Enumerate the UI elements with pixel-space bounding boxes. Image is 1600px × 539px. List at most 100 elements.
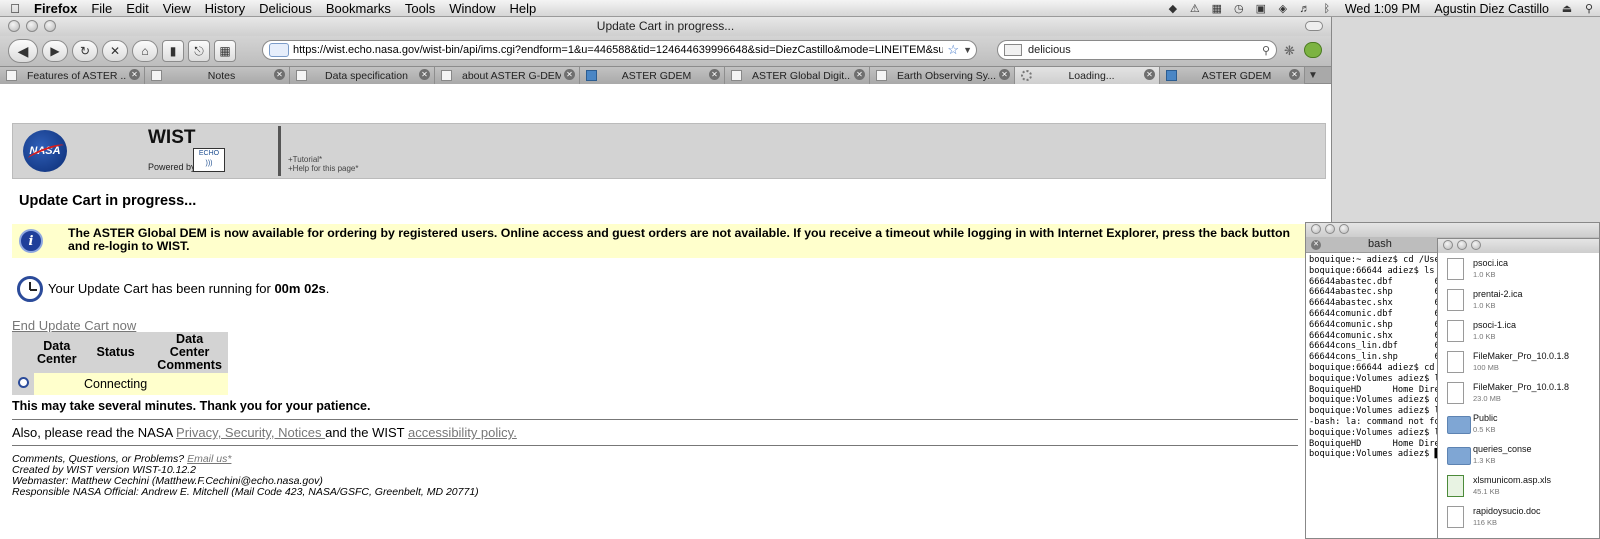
document-icon [1447, 506, 1464, 528]
finder-item[interactable]: prentai-2.ica 1.0 KB [1444, 288, 1600, 318]
close-window-icon[interactable] [1311, 224, 1321, 234]
spotlight-search-icon[interactable]: ⚲ [1578, 2, 1600, 15]
close-tab-icon[interactable]: ✕ [129, 69, 140, 80]
finder-window[interactable]: psoci.ica 1.0 KB prentai-2.ica 1.0 KB psoci-… [1437, 238, 1600, 539]
forward-button[interactable]: ▶ [42, 40, 68, 62]
menu-file[interactable]: File [84, 0, 119, 17]
echo-logo[interactable]: ECHO))) [193, 148, 225, 172]
menu-bookmarks[interactable]: Bookmarks [319, 0, 398, 17]
url-dropdown-icon[interactable]: ▼ [963, 45, 972, 55]
close-tab-icon[interactable]: ✕ [564, 69, 575, 80]
close-tab-icon[interactable]: ✕ [274, 69, 285, 80]
tab-bar: Features of ASTER ... ✕ Notes ✕ Data spe… [0, 66, 1331, 84]
close-window-icon[interactable] [8, 20, 20, 32]
volume-icon[interactable]: ♬ [1294, 3, 1316, 15]
finder-item[interactable]: queries_conse 1.3 KB [1444, 443, 1600, 473]
nasa-logo[interactable]: NASA [23, 130, 67, 172]
finder-item-size: 1.3 KB [1473, 456, 1496, 465]
addon-icon[interactable] [1304, 42, 1322, 58]
finder-item-size: 0.5 KB [1473, 425, 1496, 434]
cell-status: Connecting [79, 373, 152, 395]
finder-item[interactable]: xlsmunicom.asp.xls 45.1 KB [1444, 474, 1600, 504]
header-icon-cell [12, 332, 34, 373]
grid-icon[interactable]: ▦ [1206, 2, 1228, 15]
search-input[interactable]: delicious [1028, 44, 1262, 56]
also-prefix: Also, please read the NASA [12, 425, 177, 440]
search-engine-icon[interactable] [1004, 44, 1022, 56]
close-tab-icon[interactable]: ✕ [1311, 240, 1321, 250]
menu-tools[interactable]: Tools [398, 0, 442, 17]
finder-item[interactable]: FileMaker_Pro_10.0.1.8 23.0 MB [1444, 381, 1600, 411]
finder-item[interactable]: rapidoysucio.doc 116 KB [1444, 505, 1600, 535]
privacy-link[interactable]: Privacy, Security, Notices [176, 425, 325, 440]
search-bar[interactable]: delicious ⚲ [997, 40, 1277, 60]
close-tab-icon[interactable]: ✕ [854, 69, 865, 80]
tag-button[interactable]: ⎋ [188, 40, 210, 62]
back-button[interactable]: ◀ [8, 39, 38, 63]
stop-button[interactable]: ✕ [102, 40, 128, 62]
site-identity-icon[interactable] [269, 43, 289, 57]
tutorial-link[interactable]: +Tutorial* [288, 155, 359, 164]
tab-aster-global-digital[interactable]: ASTER Global Digit... ✕ [725, 67, 870, 84]
dropbox-icon[interactable]: ◆ [1162, 2, 1184, 15]
apple-menu-icon[interactable]:  [0, 1, 30, 16]
finder-item[interactable]: FileMaker_Pro_10.0.1.8 100 MB [1444, 350, 1600, 380]
folder-icon [1447, 416, 1471, 434]
time-machine-icon[interactable]: ◷ [1228, 2, 1250, 15]
finder-item[interactable]: psoci-1.ica 1.0 KB [1444, 319, 1600, 349]
tab-aster-gdem[interactable]: ASTER GDEM ✕ [580, 67, 725, 84]
tab-about-aster-gdem[interactable]: about ASTER G-DEM ✕ [435, 67, 580, 84]
menu-history[interactable]: History [198, 0, 252, 17]
zoom-window-icon[interactable] [1471, 240, 1481, 250]
menu-edit[interactable]: Edit [119, 0, 155, 17]
menu-window[interactable]: Window [442, 0, 502, 17]
close-tab-icon[interactable]: ✕ [1289, 69, 1300, 80]
close-tab-icon[interactable]: ✕ [1144, 69, 1155, 80]
bookmark-toolbar-button[interactable]: ▮ [162, 40, 184, 62]
menu-bar-clock[interactable]: Wed 1:09 PM [1338, 2, 1428, 16]
finder-item[interactable]: psoci.ica 1.0 KB [1444, 257, 1600, 287]
close-window-icon[interactable] [1443, 240, 1453, 250]
close-tab-icon[interactable]: ✕ [999, 69, 1010, 80]
bluetooth-icon[interactable]: ᛒ [1316, 3, 1338, 15]
list-all-tabs-icon[interactable]: ▼ [1305, 67, 1321, 83]
tab-data-specification[interactable]: Data specification ✕ [290, 67, 435, 84]
tab-earth-observing[interactable]: Earth Observing Sy... ✕ [870, 67, 1015, 84]
tab-notes[interactable]: Notes ✕ [145, 67, 290, 84]
help-link[interactable]: +Help for this page* [288, 164, 359, 173]
wifi-icon[interactable]: ◈ [1272, 2, 1294, 15]
close-tab-icon[interactable]: ✕ [709, 69, 720, 80]
finder-item-name: xlsmunicom.asp.xls [1473, 475, 1552, 485]
eject-icon[interactable]: ⏏ [1556, 2, 1578, 15]
menu-delicious[interactable]: Delicious [252, 0, 319, 17]
menu-app-firefox[interactable]: Firefox [30, 0, 84, 17]
notice-banner: i The ASTER Global DEM is now available … [12, 224, 1331, 258]
minimize-window-icon[interactable] [26, 20, 38, 32]
home-button[interactable]: ⌂ [132, 40, 158, 62]
zoom-window-icon[interactable] [44, 20, 56, 32]
menu-help[interactable]: Help [503, 0, 544, 17]
zoom-window-icon[interactable] [1339, 224, 1349, 234]
tab-features-of-aster[interactable]: Features of ASTER ... ✕ [0, 67, 145, 84]
screen-grab-button[interactable]: ▦ [214, 40, 236, 62]
end-update-cart-link[interactable]: End Update Cart now [12, 318, 136, 333]
accessibility-link[interactable]: accessibility policy. [408, 425, 517, 440]
bookmark-star-icon[interactable]: ☆ [947, 42, 959, 58]
tab-loading-active[interactable]: Loading... ✕ [1015, 67, 1160, 84]
firefox-window: Update Cart in progress... ◀ ▶ ↻ ✕ ⌂ ▮ ⎋… [0, 17, 1332, 539]
toolbar-toggle-button[interactable] [1305, 21, 1323, 31]
url-bar[interactable]: https://wist.echo.nasa.gov/wist-bin/api/… [262, 40, 977, 60]
tab-aster-gdem-2[interactable]: ASTER GDEM ✕ [1160, 67, 1305, 84]
search-icon[interactable]: ⚲ [1262, 44, 1270, 57]
close-tab-icon[interactable]: ✕ [419, 69, 430, 80]
display-icon[interactable]: ▣ [1250, 2, 1272, 15]
url-text[interactable]: https://wist.echo.nasa.gov/wist-bin/api/… [293, 44, 943, 56]
menu-bar-user[interactable]: Agustin Diez Castillo [1427, 2, 1556, 16]
menu-view[interactable]: View [156, 0, 198, 17]
reload-button[interactable]: ↻ [72, 40, 98, 62]
warning-icon[interactable]: ⚠ [1184, 2, 1206, 15]
terminal-tab-title[interactable]: bash [1368, 238, 1392, 250]
minimize-window-icon[interactable] [1325, 224, 1335, 234]
minimize-window-icon[interactable] [1457, 240, 1467, 250]
finder-item[interactable]: Public 0.5 KB [1444, 412, 1600, 442]
